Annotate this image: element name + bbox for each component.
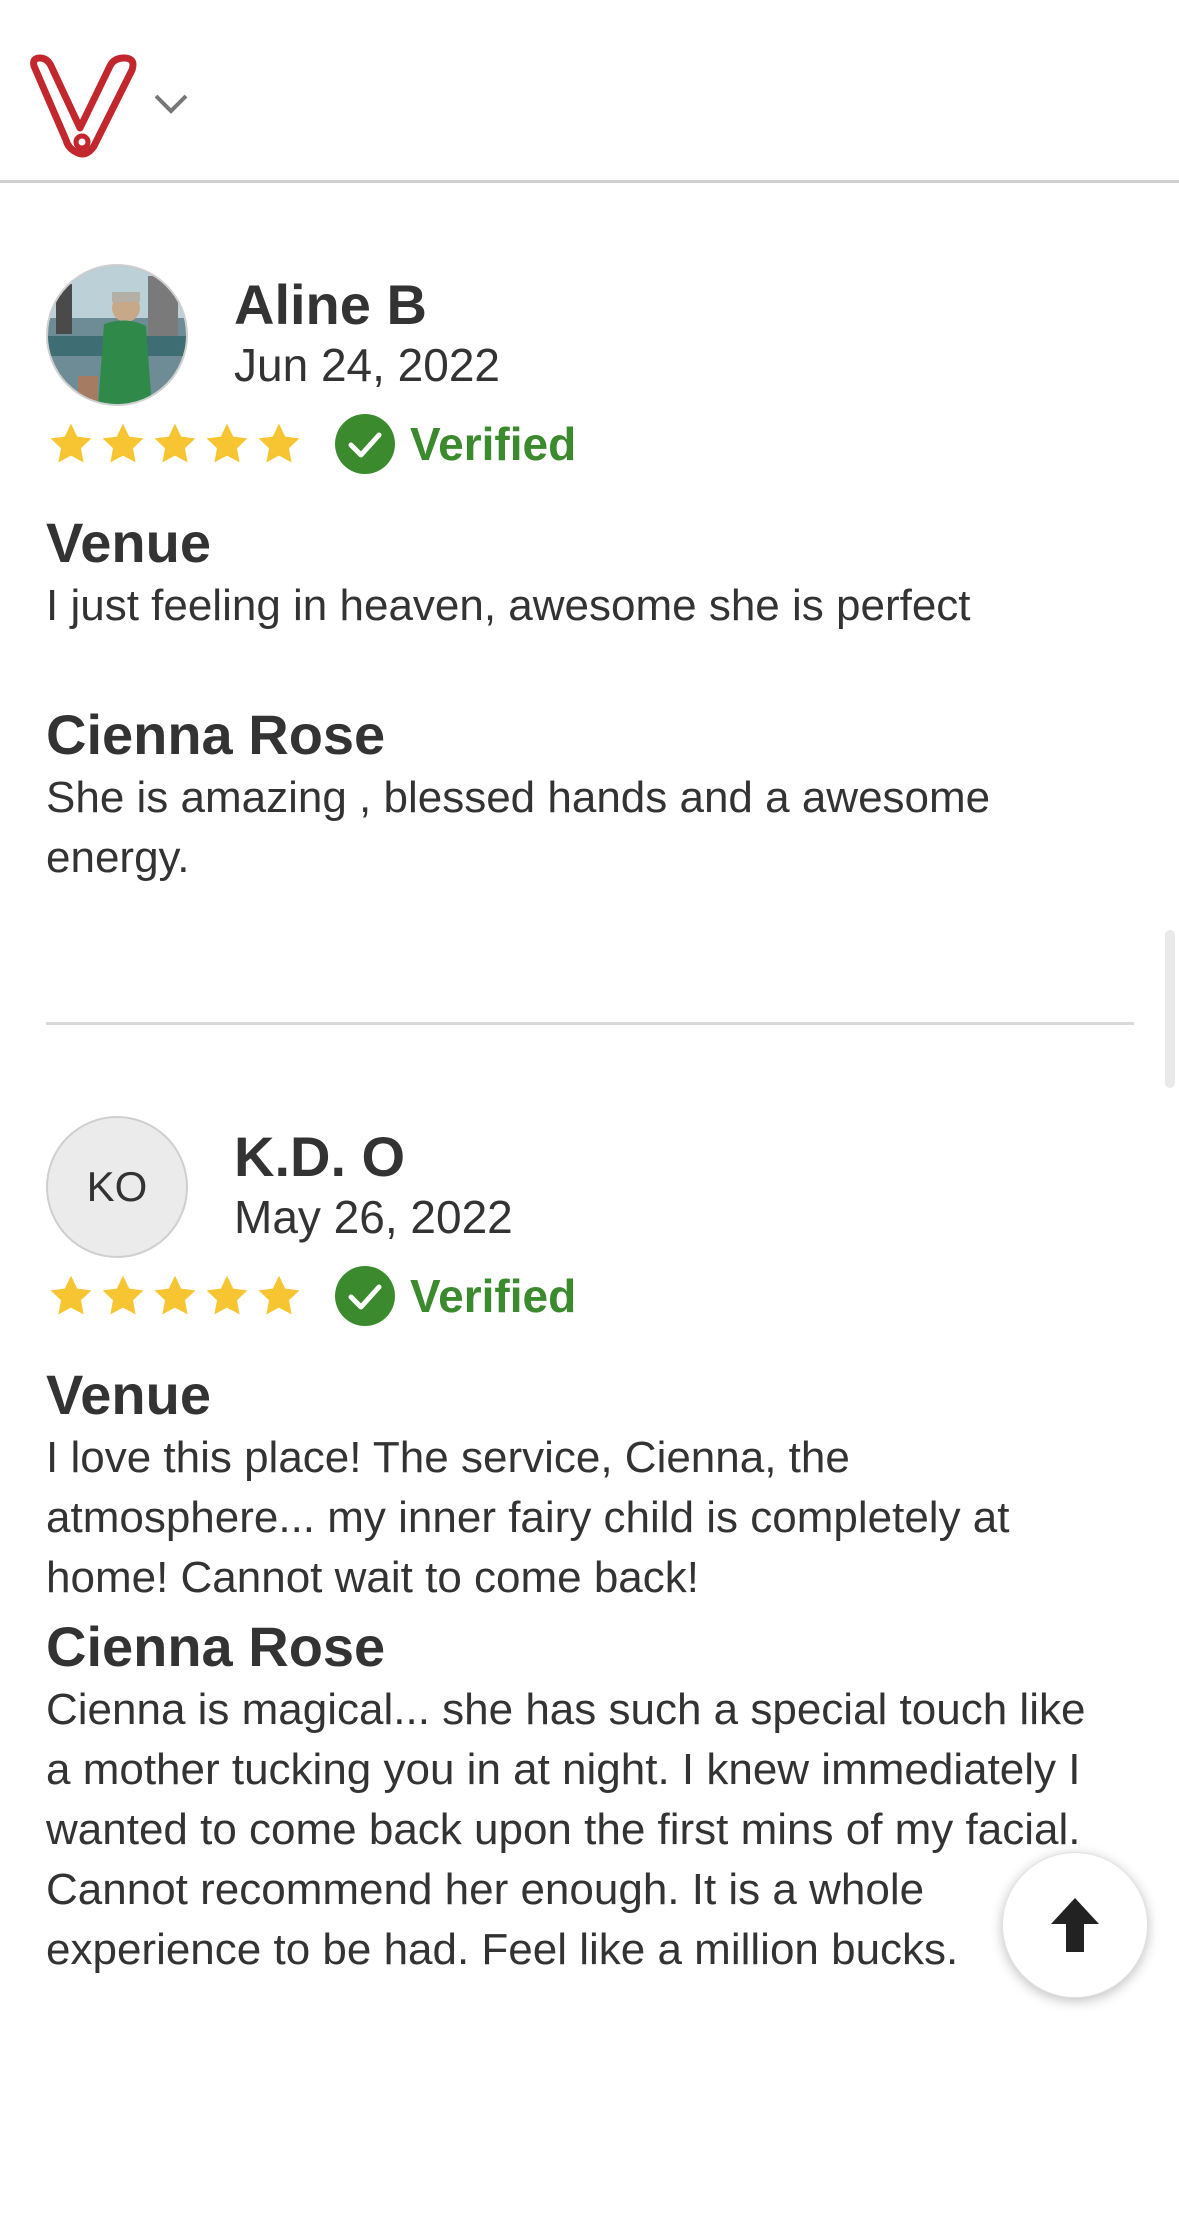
review-section-title: Cienna Rose [46,1615,386,1678]
avatar: KO [46,1116,188,1258]
verified-check-icon [335,414,395,474]
review-section-text: Cienna is magical... she has such a spec… [46,1685,1086,1974]
star-icon [206,423,248,463]
verified-badge: Verified [410,1270,577,1322]
verified-check-icon [335,1266,395,1326]
star-icon [154,1275,196,1315]
reviewer-name: Aline B [234,273,427,336]
app-header [0,0,1179,183]
rating-row: Verified [46,1264,576,1328]
scrollbar[interactable] [1165,930,1175,1088]
star-icon [102,1275,144,1315]
review-section-text: I just feeling in heaven, awesome she is… [46,581,971,630]
avatar-photo [48,266,186,404]
review-section-title: Venue [46,1363,211,1426]
avatar [46,264,188,406]
star-icon [258,423,300,463]
review-section-text: I love this place! The service, Cienna, … [46,1433,1010,1602]
star-icon [50,1275,92,1315]
scroll-to-top-button[interactable] [1002,1852,1148,1998]
star-icon [154,423,196,463]
verified-badge: Verified [410,418,577,470]
chevron-down-icon[interactable] [152,92,190,116]
rating-row: Verified [46,412,576,476]
reviewer-name: K.D. O [234,1125,406,1188]
review-date: Jun 24, 2022 [234,339,501,391]
review-section-title: Venue [46,511,211,574]
arrow-up-icon [1051,1898,1099,1952]
star-icon [102,423,144,463]
star-icon [258,1275,300,1315]
review-section-title: Cienna Rose [46,703,386,766]
review-section-text: She is amazing , blessed hands and a awe… [46,773,991,882]
wedding-v-logo-icon[interactable] [28,54,142,158]
star-icon [50,423,92,463]
review-date: May 26, 2022 [234,1191,513,1243]
review-divider [46,1022,1134,1025]
star-icon [206,1275,248,1315]
